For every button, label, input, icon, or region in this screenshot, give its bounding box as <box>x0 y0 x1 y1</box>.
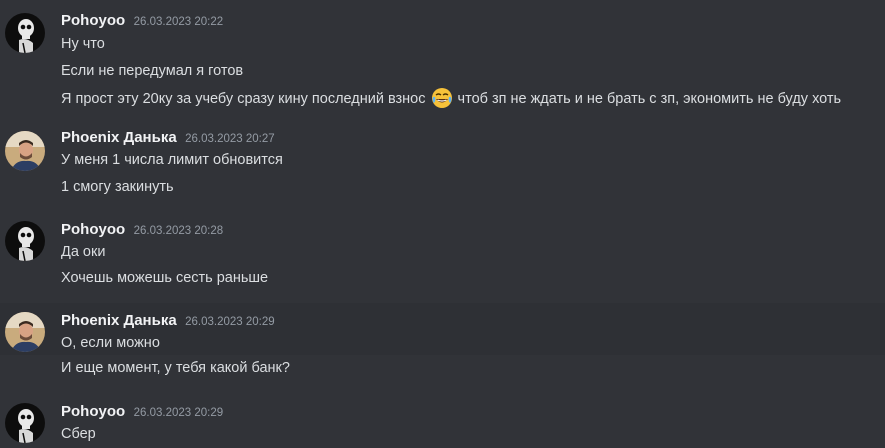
message-text: Если не передумал я готов <box>61 63 244 79</box>
message-group: Phoenix Данька 26.03.2023 20:27 У меня 1… <box>0 129 885 199</box>
message-header: Pohoyoo 26.03.2023 20:28 <box>61 221 223 241</box>
message-header: Pohoyoo 26.03.2023 20:22 <box>61 12 223 32</box>
message-group: Phoenix Данька 26.03.2023 20:29 О, если … <box>0 303 885 355</box>
skull-avatar-icon <box>5 13 45 53</box>
message-group: Pohoyoo 26.03.2023 20:22 Ну что Если не … <box>0 12 885 112</box>
avatar[interactable] <box>5 221 45 261</box>
message-text-part: Я прост эту 20ку за учебу сразу кину пос… <box>61 91 426 107</box>
message-text: Хочешь можешь сесть раньше <box>61 270 269 286</box>
avatar[interactable] <box>5 131 45 171</box>
username[interactable]: Pohoyoo <box>61 12 125 29</box>
message-text: Да оки <box>61 244 106 260</box>
message-text: И еще момент, у тебя какой банк? <box>61 360 290 376</box>
skull-avatar-icon <box>5 403 45 443</box>
username[interactable]: Phoenix Данька <box>61 129 177 146</box>
message-text: У меня 1 числа лимит обновится <box>61 152 283 168</box>
message-header: Phoenix Данька 26.03.2023 20:29 <box>61 312 275 332</box>
avatar[interactable] <box>5 403 45 443</box>
username[interactable]: Pohoyoo <box>61 221 125 238</box>
avatar[interactable] <box>5 312 45 352</box>
username[interactable]: Phoenix Данька <box>61 312 177 329</box>
timestamp: 26.03.2023 20:29 <box>185 316 275 328</box>
person-avatar-icon <box>5 131 45 171</box>
avatar[interactable] <box>5 13 45 53</box>
message-text: О, если можно <box>61 335 160 351</box>
timestamp: 26.03.2023 20:28 <box>133 225 224 237</box>
message-group: Pohoyoo 26.03.2023 20:28 Да оки Хочешь м… <box>0 221 885 291</box>
message-group: Pohoyoo 26.03.2023 20:29 Сбер <box>0 403 885 448</box>
message-header: Phoenix Данька 26.03.2023 20:27 <box>61 129 275 149</box>
message-text-part: чтоб зп не ждать и не брать с зп, эконом… <box>457 91 842 107</box>
timestamp: 26.03.2023 20:29 <box>133 407 224 419</box>
person-avatar-icon <box>5 312 45 352</box>
message-text: Сбер <box>61 426 96 442</box>
skull-avatar-icon <box>5 221 45 261</box>
username[interactable]: Pohoyoo <box>61 403 125 420</box>
message-text: 1 смогу закинуть <box>61 179 174 195</box>
timestamp: 26.03.2023 20:27 <box>185 133 275 145</box>
joy-emoji-icon <box>431 87 453 109</box>
message-header: Pohoyoo 26.03.2023 20:29 <box>61 403 223 423</box>
message-text: Я прост эту 20ку за учебу сразу кину пос… <box>61 87 841 109</box>
chat-message-list: Pohoyoo 26.03.2023 20:22 Ну что Если не … <box>0 0 885 448</box>
message-text: Ну что <box>61 36 105 52</box>
timestamp: 26.03.2023 20:22 <box>133 16 224 28</box>
